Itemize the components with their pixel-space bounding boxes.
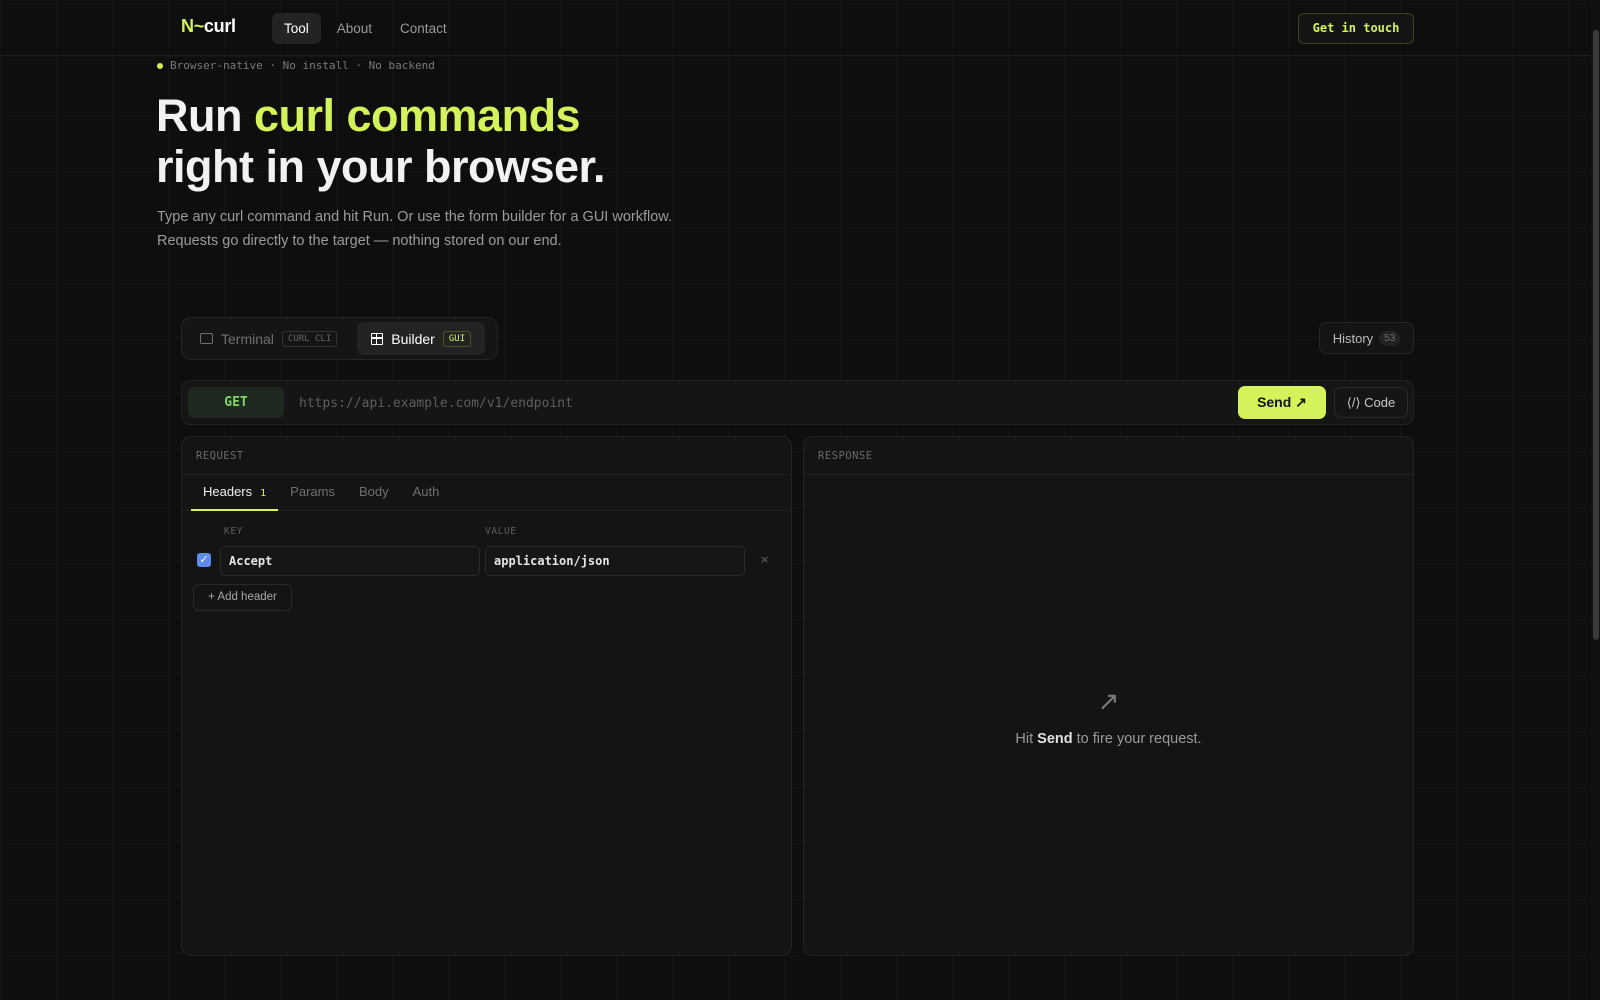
tab-headers[interactable]: Headers 1 <box>191 475 279 511</box>
eyebrow-text: Browser-native · No install · No backend <box>170 59 435 72</box>
request-panel-title: REQUEST <box>182 437 791 475</box>
url-input[interactable] <box>299 388 1199 418</box>
send-button[interactable]: Send ↗ <box>1238 386 1326 419</box>
mode-switch: Terminal CURL CLI Builder GUI <box>181 317 498 360</box>
header-value-input[interactable]: application/json <box>485 546 745 576</box>
history-button[interactable]: History 53 <box>1319 322 1414 354</box>
nav-link-about[interactable]: About <box>325 13 384 44</box>
builder-badge: GUI <box>442 330 472 347</box>
tab-params[interactable]: Params <box>278 475 347 511</box>
history-count-badge: 53 <box>1379 330 1401 346</box>
history-label: History <box>1332 330 1374 346</box>
tab-body[interactable]: Body <box>347 475 401 511</box>
desc-line2: Requests go directly to the target — not… <box>157 233 562 249</box>
logo-word: curl <box>203 16 236 36</box>
empty-post: to fire your request. <box>1072 731 1202 747</box>
tab-headers-count: 1 <box>260 488 267 499</box>
status-dot-icon <box>157 62 163 69</box>
arrow-up-right-icon: ↗ <box>1097 686 1120 716</box>
empty-pre: Hit <box>1015 731 1038 747</box>
title-accent: curl commands <box>253 90 581 141</box>
empty-strong: Send <box>1037 731 1073 747</box>
terminal-icon <box>200 333 213 344</box>
response-panel-title: RESPONSE <box>804 437 1413 475</box>
page-title: Run curl commands right in your browser. <box>156 90 956 192</box>
eyebrow: Browser-native · No install · No backend <box>157 59 435 72</box>
get-in-touch-button[interactable]: Get in touch <box>1298 13 1414 44</box>
builder-label: Builder <box>391 330 435 347</box>
desc-line1: Type any curl command and hit Run. Or us… <box>157 209 672 225</box>
terminal-mode-tab[interactable]: Terminal CURL CLI <box>186 322 351 355</box>
title-part1: Run <box>156 90 254 141</box>
tab-auth[interactable]: Auth <box>401 475 452 511</box>
key-column-header: KEY <box>224 526 243 537</box>
terminal-label: Terminal <box>221 330 274 347</box>
scrollbar-thumb[interactable] <box>1593 30 1599 640</box>
grid-icon <box>371 332 384 345</box>
header-enabled-checkbox[interactable]: ✓ <box>197 553 211 567</box>
remove-header-icon[interactable]: × <box>760 553 769 566</box>
top-nav: N~curl Tool About Contact Get in touch <box>0 0 1600 56</box>
value-column-header: VALUE <box>485 526 517 537</box>
request-panel: REQUEST Headers 1 Params Body Auth <box>181 436 792 956</box>
code-button[interactable]: ⟨/⟩ Code <box>1334 387 1408 418</box>
method-select[interactable]: GET <box>188 387 284 418</box>
builder-mode-tab[interactable]: Builder GUI <box>357 322 486 355</box>
hero-description: Type any curl command and hit Run. Or us… <box>157 205 857 253</box>
logo[interactable]: N~curl <box>181 16 236 37</box>
request-bar: GET Send ↗ ⟨/⟩ Code <box>181 380 1414 425</box>
request-tabs: Headers 1 Params Body Auth <box>182 475 791 511</box>
terminal-badge: CURL CLI <box>281 330 338 347</box>
title-line2: right in your browser. <box>156 141 606 192</box>
tab-headers-label: Headers <box>203 484 253 499</box>
nav-links: Tool About Contact <box>272 13 459 44</box>
logo-mark: N~ <box>181 16 204 36</box>
response-empty-state: ↗ Hit Send to fire your request. <box>803 686 1414 747</box>
header-key-input[interactable]: Accept <box>220 546 480 576</box>
nav-link-tool[interactable]: Tool <box>272 13 321 44</box>
add-header-button[interactable]: + Add header <box>193 584 292 611</box>
nav-link-contact[interactable]: Contact <box>388 13 459 44</box>
